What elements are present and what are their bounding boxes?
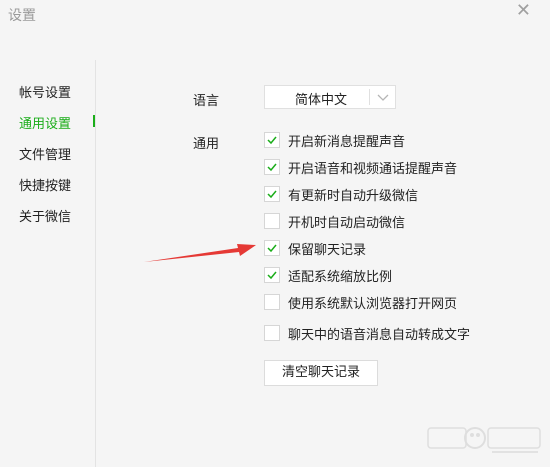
chevron-down-icon [377, 94, 389, 101]
language-label: 语言 [193, 94, 220, 109]
checkbox[interactable] [264, 240, 280, 256]
sidebar-item-shortcuts[interactable]: 快捷按键 [19, 175, 71, 194]
check-icon [267, 190, 277, 199]
window-title: 设置 [8, 8, 36, 24]
general-section-label: 通用 [193, 137, 220, 152]
option-label: 有更新时自动升级微信 [288, 189, 419, 204]
check-icon [267, 244, 277, 253]
sidebar-item-files[interactable]: 文件管理 [19, 144, 71, 163]
sidebar-item-about[interactable]: 关于微信 [19, 206, 71, 225]
checkbox[interactable] [264, 267, 280, 283]
sidebar-divider [95, 60, 96, 467]
option-label: 开启新消息提醒声音 [288, 135, 406, 150]
sidebar-item-account[interactable]: 帐号设置 [19, 82, 71, 101]
close-icon[interactable]: ✕ [516, 2, 531, 20]
option-label: 开机时自动启动微信 [288, 216, 406, 231]
checkbox[interactable] [264, 186, 280, 202]
checkbox[interactable] [264, 325, 280, 341]
check-icon [267, 271, 277, 280]
language-select-value: 简体中文 [295, 93, 348, 108]
checkbox[interactable] [264, 294, 280, 310]
check-icon [267, 136, 277, 145]
checkbox[interactable] [264, 132, 280, 148]
annotation-arrow-icon [144, 244, 256, 262]
watermark-logo-icon [427, 427, 541, 453]
option-label: 适配系统缩放比例 [288, 270, 393, 285]
select-separator [369, 89, 370, 105]
language-select[interactable]: 简体中文 [264, 85, 396, 109]
option-label: 聊天中的语音消息自动转成文字 [288, 328, 471, 343]
check-icon [267, 163, 277, 172]
option-label: 使用系统默认浏览器打开网页 [288, 297, 458, 312]
clear-chat-history-button[interactable]: 清空聊天记录 [264, 360, 378, 386]
settings-window: 设置 ✕ 帐号设置 通用设置 文件管理 快捷按键 关于微信 语言 简体中文 通用… [0, 0, 550, 467]
option-label: 保留聊天记录 [288, 243, 367, 258]
option-label: 开启语音和视频通话提醒声音 [288, 162, 458, 177]
checkbox[interactable] [264, 213, 280, 229]
checkbox[interactable] [264, 159, 280, 175]
sidebar-item-general[interactable]: 通用设置 [19, 113, 71, 132]
